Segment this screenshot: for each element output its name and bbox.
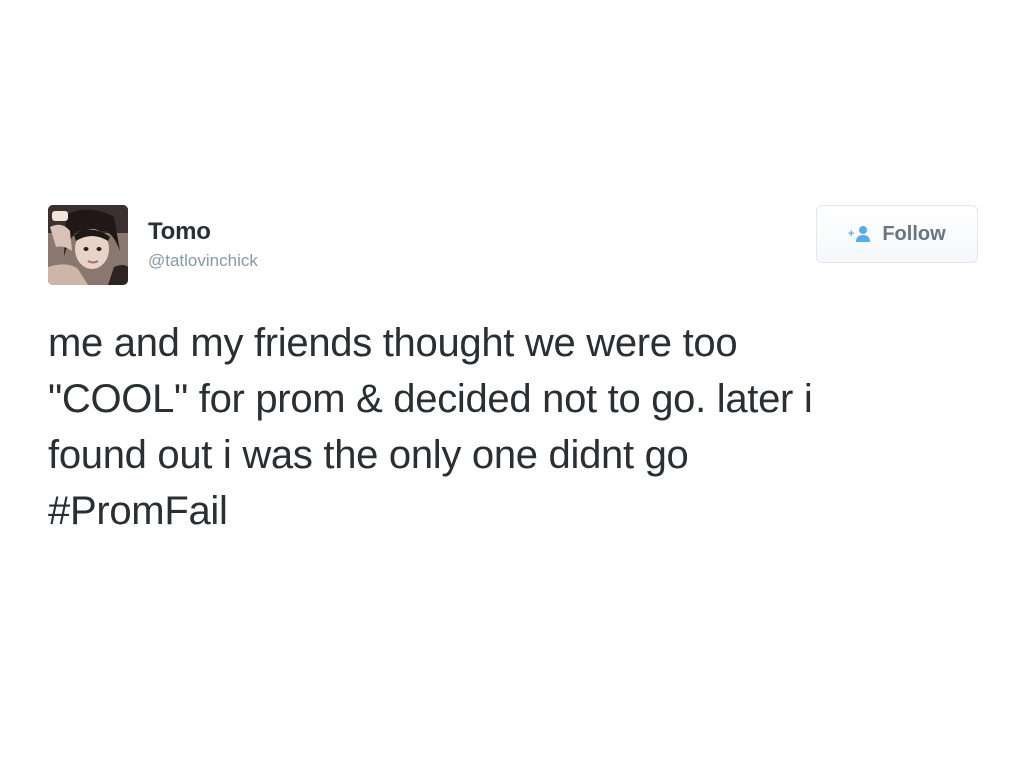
svg-text:+: +: [848, 228, 854, 240]
user-names: Tomo @tatlovinchick: [148, 217, 258, 273]
profile-photo: [48, 205, 128, 285]
follow-label: Follow: [882, 222, 946, 245]
screen-name[interactable]: @tatlovinchick: [148, 249, 258, 273]
display-name[interactable]: Tomo: [148, 217, 258, 247]
hashtag-link[interactable]: #PromFail: [48, 483, 968, 539]
tweet-header: Tomo @tatlovinchick + Follow: [48, 205, 978, 287]
tweet-card: Tomo @tatlovinchick + Follow me and my f…: [48, 205, 978, 539]
tweet-text-line: "COOL" for prom & decided not to go. lat…: [48, 377, 813, 421]
follow-button[interactable]: + Follow: [816, 205, 978, 263]
avatar[interactable]: [48, 205, 128, 285]
tweet-text-line: found out i was the only one didnt go: [48, 433, 689, 477]
tweet-text-line: me and my friends thought we were too: [48, 321, 738, 365]
add-user-icon: +: [848, 225, 872, 243]
tweet-text: me and my friends thought we were too "C…: [48, 315, 968, 539]
